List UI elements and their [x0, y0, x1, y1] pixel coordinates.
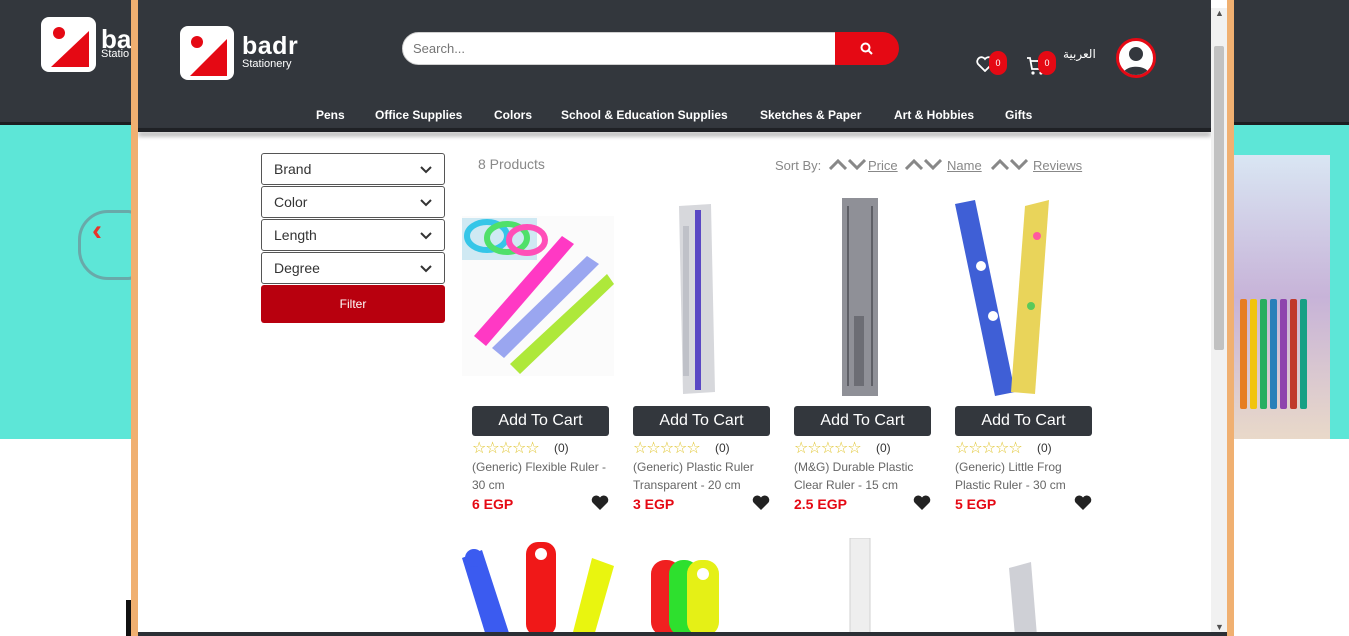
star-outline-icon: ☆☆☆☆☆: [633, 440, 701, 457]
scrollbar[interactable]: ▲ ▼: [1211, 8, 1227, 632]
filter-button[interactable]: Filter: [261, 285, 445, 323]
rating-count: (0): [876, 441, 891, 455]
logo-icon[interactable]: [180, 26, 234, 80]
brand-select[interactable]: Brand: [261, 153, 445, 185]
search-icon: [860, 42, 873, 55]
nav-item-office-supplies[interactable]: Office Supplies: [375, 108, 462, 122]
heart-icon[interactable]: [591, 495, 609, 511]
product-price: 6 EGP: [472, 496, 514, 512]
add-to-cart-button[interactable]: Add To Cart: [955, 406, 1092, 436]
heart-icon[interactable]: [1074, 495, 1092, 511]
add-to-cart-button[interactable]: Add To Cart: [472, 406, 609, 436]
background-arrow-left-icon: ‹: [92, 214, 102, 247]
product-image[interactable]: [945, 538, 1097, 636]
sort-price-label[interactable]: Price: [868, 158, 898, 173]
nav-item-pens[interactable]: Pens: [316, 108, 345, 122]
wishlist-count-badge: 0: [989, 51, 1007, 75]
logo-name[interactable]: badr: [242, 32, 298, 61]
product-card: Add To Cart ☆☆☆☆☆ (0) (Generic) Plastic …: [623, 196, 775, 516]
product-image[interactable]: [784, 196, 936, 396]
product-image[interactable]: [623, 538, 775, 636]
product-image[interactable]: [462, 538, 614, 636]
brand-select-label: Brand: [274, 161, 312, 177]
scroll-down-icon[interactable]: ▼: [1215, 622, 1224, 632]
product-name[interactable]: (M&G) Durable Plastic Clear Ruler - 15 c…: [794, 458, 934, 494]
background-logo-icon: [41, 17, 96, 72]
length-select[interactable]: Length: [261, 219, 445, 251]
chevron-down-icon[interactable]: [924, 159, 942, 170]
product-name[interactable]: (Generic) Plastic Ruler Transparent - 20…: [633, 458, 773, 494]
search-button[interactable]: [835, 32, 899, 65]
chevron-up-icon[interactable]: [829, 159, 847, 170]
star-outline-icon: ☆☆☆☆☆: [472, 440, 540, 457]
product-card: Add To Cart ☆☆☆☆☆ (0) (Generic) Little F…: [945, 196, 1097, 516]
product-image[interactable]: [462, 196, 614, 396]
background-cloud-icon: [78, 210, 138, 280]
sort-by-label: Sort By:: [775, 158, 822, 173]
product-modal: badr Stationery 0 0 العربية: [131, 0, 1234, 636]
product-card: Add To Cart ☆☆☆☆☆ (0) (M&G) Durable Plas…: [784, 196, 936, 516]
nav-item-gifts[interactable]: Gifts: [1005, 108, 1032, 122]
chevron-up-icon[interactable]: [991, 159, 1009, 170]
sort-reviews-label[interactable]: Reviews: [1033, 158, 1082, 173]
cart-count-badge: 0: [1038, 51, 1056, 75]
product-image[interactable]: [945, 196, 1097, 396]
sort-name-label[interactable]: Name: [947, 158, 982, 173]
product-card: Add To Cart ☆☆☆☆☆ (0) (Generic) Flexible…: [462, 196, 614, 516]
chevron-down-icon[interactable]: [848, 159, 866, 170]
heart-icon[interactable]: [752, 495, 770, 511]
degree-select[interactable]: Degree: [261, 252, 445, 284]
scroll-thumb[interactable]: [1214, 46, 1224, 350]
search-input[interactable]: [402, 32, 836, 65]
chevron-down-icon: [420, 166, 432, 174]
chevron-down-icon: [420, 199, 432, 207]
main-nav: Pens Office Supplies Colors School & Edu…: [138, 108, 1211, 128]
nav-item-colors[interactable]: Colors: [494, 108, 532, 122]
product-name[interactable]: (Generic) Flexible Ruler - 30 cm: [472, 458, 612, 494]
product-price: 3 EGP: [633, 496, 675, 512]
rating-count: (0): [715, 441, 730, 455]
nav-item-school-education[interactable]: School & Education Supplies: [561, 108, 728, 122]
color-select[interactable]: Color: [261, 186, 445, 218]
color-select-label: Color: [274, 194, 308, 210]
length-select-label: Length: [274, 227, 317, 243]
header-divider: [138, 128, 1211, 132]
background-banner-image: [1230, 155, 1330, 439]
modal-top-strip: [138, 0, 1211, 8]
logo-subtitle: Stationery: [242, 58, 292, 70]
product-price: 5 EGP: [955, 496, 997, 512]
chevron-down-icon[interactable]: [1010, 159, 1028, 170]
product-image[interactable]: [784, 538, 936, 636]
degree-select-label: Degree: [274, 260, 320, 276]
chevron-down-icon: [420, 232, 432, 240]
star-outline-icon: ☆☆☆☆☆: [794, 440, 862, 457]
site-header: badr Stationery 0 0 العربية: [138, 8, 1211, 128]
product-price: 2.5 EGP: [794, 496, 847, 512]
chevron-up-icon[interactable]: [905, 159, 923, 170]
rating-count: (0): [554, 441, 569, 455]
background-logo-sub: Statio: [101, 48, 130, 60]
chevron-down-icon: [420, 265, 432, 273]
add-to-cart-button[interactable]: Add To Cart: [794, 406, 931, 436]
product-name[interactable]: (Generic) Little Frog Plastic Ruler - 30…: [955, 458, 1095, 494]
modal-content: badr Stationery 0 0 العربية: [138, 0, 1227, 636]
product-image[interactable]: [623, 196, 775, 396]
rating-count: (0): [1037, 441, 1052, 455]
nav-item-sketches-paper[interactable]: Sketches & Paper: [760, 108, 861, 122]
scroll-up-icon[interactable]: ▲: [1215, 8, 1224, 18]
add-to-cart-button[interactable]: Add To Cart: [633, 406, 770, 436]
product-count: 8 Products: [478, 156, 545, 172]
nav-item-art-hobbies[interactable]: Art & Hobbies: [894, 108, 974, 122]
user-icon[interactable]: [1116, 38, 1156, 78]
language-toggle[interactable]: العربية: [1063, 47, 1096, 61]
heart-icon[interactable]: [913, 495, 931, 511]
star-outline-icon: ☆☆☆☆☆: [955, 440, 1023, 457]
